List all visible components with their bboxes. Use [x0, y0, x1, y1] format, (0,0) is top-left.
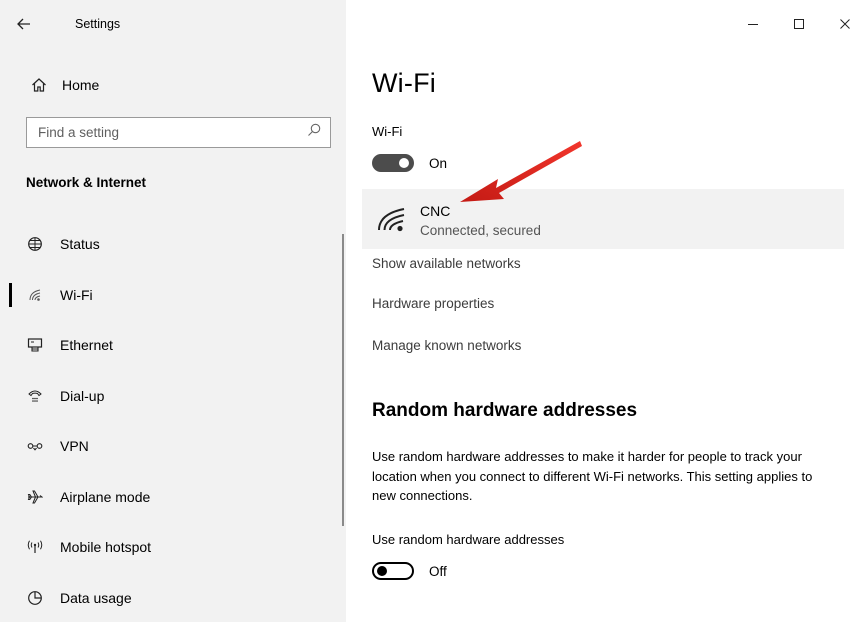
manage-known-networks-link[interactable]: Manage known networks [372, 338, 521, 353]
hotspot-icon [24, 539, 46, 555]
maximize-icon [794, 19, 804, 29]
search-box[interactable] [26, 117, 331, 148]
connected-network-card[interactable]: CNC Connected, secured [362, 189, 844, 249]
page-title: Wi-Fi [372, 68, 436, 98]
minimize-button[interactable] [730, 0, 776, 48]
sidebar-item-label: Status [60, 236, 100, 253]
maximize-button[interactable] [776, 0, 822, 48]
sidebar-item-label: Mobile hotspot [60, 539, 152, 556]
search-icon[interactable] [307, 123, 321, 142]
title-bar: Settings [0, 0, 346, 48]
toggle-knob [399, 158, 409, 168]
wifi-toggle-label: Wi-Fi [372, 124, 403, 139]
app-title: Settings [75, 17, 121, 31]
sidebar-item-label: Dial-up [60, 387, 105, 404]
toggle-knob [377, 566, 387, 576]
home-icon [29, 77, 49, 93]
data-usage-icon [24, 590, 46, 606]
sidebar-item-ethernet[interactable]: Ethernet [0, 320, 346, 371]
random-hw-toggle-label: Use random hardware addresses [372, 532, 565, 547]
vpn-icon [24, 438, 46, 454]
minimize-icon [748, 24, 758, 25]
sidebar-item-label: Data usage [60, 589, 132, 606]
sidebar-item-label: Airplane mode [60, 488, 151, 505]
ethernet-icon [24, 337, 46, 353]
random-hw-toggle-state: Off [429, 564, 447, 579]
dialup-icon [24, 388, 46, 404]
back-arrow-icon [17, 18, 30, 30]
close-icon [840, 19, 850, 29]
sidebar-item-dialup[interactable]: Dial-up [0, 371, 346, 422]
sidebar-item-label: Home [62, 77, 100, 93]
airplane-icon [24, 489, 46, 505]
network-status: Connected, secured [420, 223, 541, 238]
wifi-toggle[interactable] [372, 154, 414, 172]
selection-indicator [9, 282, 12, 307]
sidebar-item-label: Wi-Fi [60, 286, 93, 303]
random-hw-description: Use random hardware addresses to make it… [372, 449, 813, 503]
network-name: CNC [420, 203, 451, 219]
sidebar-item-status[interactable]: Status [0, 219, 346, 270]
sidebar-nav: Status Wi-Fi Ethernet Dial-up VPN Airpla… [0, 219, 346, 622]
wifi-icon [24, 287, 46, 303]
wifi-toggle-state: On [429, 156, 448, 171]
wifi-signal-icon [376, 206, 408, 237]
main-content: Wi-Fi Wi-Fi On CNC Connected, secured Sh… [346, 0, 868, 622]
back-button[interactable] [17, 6, 57, 42]
sidebar-item-home[interactable]: Home [0, 68, 346, 102]
sidebar: Settings Home Network & Internet [0, 0, 346, 622]
window-controls [730, 0, 868, 48]
close-button[interactable] [822, 0, 868, 48]
sidebar-item-mobile-hotspot[interactable]: Mobile hotspot [0, 522, 346, 573]
globe-icon [24, 236, 46, 252]
sidebar-item-label: Ethernet [60, 337, 113, 354]
sidebar-item-wifi[interactable]: Wi-Fi [0, 270, 346, 321]
sidebar-item-label: VPN [60, 438, 89, 455]
sidebar-item-data-usage[interactable]: Data usage [0, 573, 346, 622]
sidebar-item-airplane-mode[interactable]: Airplane mode [0, 472, 346, 523]
random-hw-toggle[interactable] [372, 562, 414, 580]
sidebar-section-heading: Network & Internet [26, 175, 147, 190]
sidebar-scrollbar[interactable] [342, 234, 344, 526]
random-hw-heading: Random hardware addresses [372, 400, 638, 421]
sidebar-item-vpn[interactable]: VPN [0, 421, 346, 472]
search-input[interactable] [38, 125, 298, 140]
settings-window: Settings Home Network & Internet [0, 0, 868, 622]
hardware-properties-link[interactable]: Hardware properties [372, 296, 494, 311]
show-available-networks-link[interactable]: Show available networks [372, 256, 521, 271]
